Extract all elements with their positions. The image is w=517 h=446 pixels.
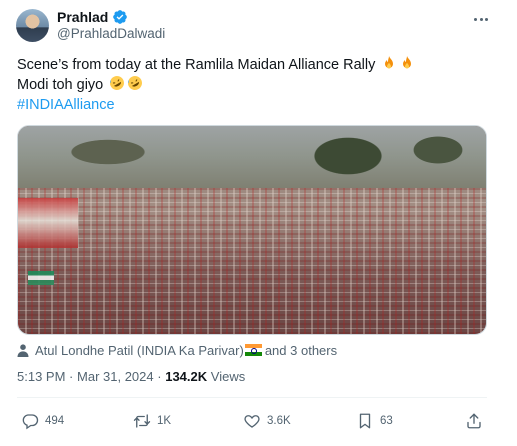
bookmark-button[interactable]: 63	[356, 410, 393, 432]
divider	[17, 397, 487, 398]
bookmark-count: 63	[380, 415, 393, 427]
reply-icon	[22, 414, 39, 430]
repost-count: 1K	[157, 415, 172, 427]
tweet-card: Prahlad @PrahladDalwadi Scene’s from tod…	[0, 0, 517, 446]
author-handle[interactable]: @PrahladDalwadi	[57, 26, 165, 41]
repost-icon	[133, 414, 151, 428]
tagged-names: Atul Londhe Patil (INDIA Ka Parivar)	[35, 342, 244, 358]
tweet-line-1-text: Scene’s from today at the Ramlila Maidan…	[17, 57, 376, 73]
share-button[interactable]	[465, 410, 483, 432]
tweet-photo[interactable]	[17, 125, 487, 335]
reply-button[interactable]: 494	[21, 410, 64, 432]
photo-flag	[28, 271, 54, 285]
fire-emoji-icon	[385, 56, 394, 69]
heart-icon	[244, 415, 260, 428]
tweet-time[interactable]: 5:13 PM	[17, 369, 65, 384]
tagged-people[interactable]: Atul Londhe Patil (INDIA Ka Parivar) and …	[17, 341, 337, 359]
bookmark-icon	[359, 413, 371, 429]
photo-trees-background	[18, 126, 486, 188]
verified-badge-icon	[113, 10, 128, 24]
like-count: 3.6K	[267, 415, 291, 427]
tagged-others: and 3 others	[264, 342, 338, 358]
reply-count: 494	[45, 415, 65, 427]
rolling-on-floor-laughing-emoji-icon	[128, 76, 143, 90]
person-icon	[17, 343, 29, 357]
avatar[interactable]	[16, 9, 49, 42]
tweet-text: Scene’s from today at the Ramlila Maidan…	[17, 55, 497, 115]
rolling-on-floor-laughing-emoji-icon	[110, 76, 125, 90]
views-label: Views	[210, 369, 246, 384]
meta-separator: ·	[69, 369, 74, 384]
more-options-icon[interactable]	[470, 10, 492, 28]
hashtag-link[interactable]: #INDIAAlliance	[17, 95, 497, 115]
share-icon	[467, 413, 481, 429]
tweet-actions: 494 1K 3.6K 63	[17, 410, 497, 432]
photo-stage	[18, 198, 78, 248]
tweet-line-1: Scene’s from today at the Ramlila Maidan…	[17, 55, 497, 75]
meta-separator: ·	[157, 369, 162, 384]
like-button[interactable]: 3.6K	[243, 410, 291, 432]
tweet-date[interactable]: Mar 31, 2024	[77, 369, 154, 384]
tweet-line-2: Modi toh giyo	[17, 75, 497, 95]
tweet-line-2-text: Modi toh giyo	[17, 77, 104, 93]
india-flag-icon	[244, 343, 262, 356]
fire-emoji-icon	[403, 56, 412, 69]
tweet-metadata: 5:13 PM · Mar 31, 2024 · 134.2K Views	[17, 369, 245, 384]
author-display-name[interactable]: Prahlad	[57, 9, 108, 25]
repost-button[interactable]: 1K	[133, 410, 171, 432]
author-name-row: Prahlad	[57, 8, 128, 26]
views-count: 134.2K	[165, 369, 208, 384]
